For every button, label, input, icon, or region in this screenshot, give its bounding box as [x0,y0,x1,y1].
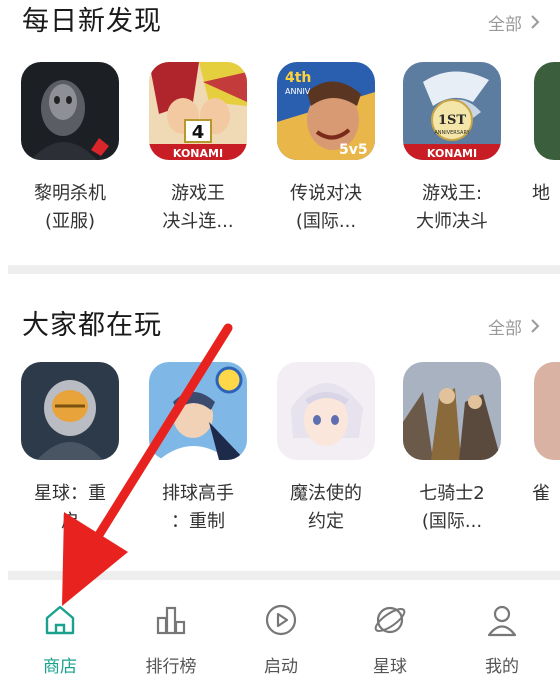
see-all-link[interactable]: 全部 [488,0,542,44]
dead-by-daylight-icon [21,62,119,160]
app-name: 游戏王 决斗连... [162,183,234,232]
app-name: 雀 [532,483,550,504]
section-title: 大家都在玩 [22,310,162,341]
svg-text:KONAMI: KONAMI [427,147,477,160]
konami-logo: KONAMI [173,147,223,160]
bottom-tab-bar: 商店 排行榜 启动 星球 我的 [0,580,560,700]
bar-chart-icon [156,606,186,635]
app-name: 排球高手 ：重制 [162,483,234,532]
svg-text:ANNIV: ANNIV [285,87,311,96]
partial-app-icon [534,362,560,460]
volleyball-icon [149,362,247,460]
app-carousel: 星球：重 启 排球高手 ：重制 魔法使的 约定 七骑士2 (国际... 雀 [0,362,560,552]
see-all-link[interactable]: 全部 [488,304,542,348]
yugioh-master-duel-icon: 1ST ANNIVERSARY KONAMI [403,62,501,160]
app-item[interactable]: 排球高手 ：重制 [143,362,253,536]
chevron-right-icon [531,15,540,29]
section-header: 每日新发现 全部 [22,0,542,44]
user-icon [487,605,517,637]
app-item[interactable]: 4 KONAMI 游戏王 决斗连... [143,62,253,236]
app-item[interactable]: 1ST ANNIVERSARY KONAMI 游戏王: 大师决斗 [397,62,507,236]
svg-text:ANNIVERSARY: ANNIVERSARY [434,130,470,136]
app-name: 魔法使的 约定 [290,483,362,532]
mahoutsukai-icon [277,362,375,460]
everyone-playing-section: 大家都在玩 全部 星球：重 启 排球高手 ：重制 魔法使的 约定 七骑士2 (国… [0,276,560,572]
svg-text:5v5: 5v5 [339,142,368,158]
app-item[interactable]: 地 [528,62,560,208]
app-name: 七骑士2 (国际... [419,483,485,532]
seven-knights-2-icon [403,362,501,460]
section-title: 每日新发现 [22,6,162,37]
play-icon [265,604,297,636]
tab-launch[interactable]: 启动 [231,602,331,677]
tab-label: 我的 [485,657,519,677]
app-item[interactable]: 黎明杀机 (亚服) [15,62,125,236]
see-all-label: 全部 [488,318,522,339]
chevron-right-icon [531,319,540,333]
tab-label: 启动 [264,657,298,677]
svg-text:4th: 4th [285,70,311,86]
tab-label: 排行榜 [145,657,197,677]
yugioh-duel-links-icon: 4 KONAMI [149,62,247,160]
app-item[interactable]: 魔法使的 约定 [271,362,381,536]
section-divider [8,571,560,580]
section-divider [8,265,560,274]
app-item[interactable]: 七骑士2 (国际... [397,362,507,536]
store-page: 每日新发现 全部 黎明杀机 (亚服) 4 KONAMI 游戏王 决斗连... 4… [0,0,560,700]
app-name: 黎明杀机 (亚服) [34,183,106,232]
svg-text:1ST: 1ST [438,113,466,128]
svg-text:4: 4 [192,122,205,143]
home-icon [45,605,75,635]
app-name: 星球：重 启 [34,483,106,532]
tab-label: 星球 [373,657,407,677]
app-item[interactable]: 星球：重 启 [15,362,125,536]
tab-ranking[interactable]: 排行榜 [121,602,221,677]
tab-me[interactable]: 我的 [452,602,552,677]
daily-discovery-section: 每日新发现 全部 黎明杀机 (亚服) 4 KONAMI 游戏王 决斗连... 4… [0,0,560,266]
arena-of-valor-icon: 4th ANNIV 5v5 [277,62,375,160]
planet-restart-icon [21,362,119,460]
app-carousel: 黎明杀机 (亚服) 4 KONAMI 游戏王 决斗连... 4th ANNIV … [0,62,560,252]
app-name: 传说对决 (国际... [290,183,362,232]
app-item[interactable]: 4th ANNIV 5v5 传说对决 (国际... [271,62,381,236]
partial-app-icon [534,62,560,160]
planet-icon [374,606,406,634]
tab-planet[interactable]: 星球 [340,602,440,677]
app-name: 游戏王: 大师决斗 [416,183,488,232]
app-item[interactable]: 雀 [528,362,560,508]
tab-store[interactable]: 商店 [10,602,110,677]
app-name: 地 [532,183,550,204]
section-header: 大家都在玩 全部 [22,304,542,348]
tab-label: 商店 [43,657,77,677]
see-all-label: 全部 [488,14,522,35]
